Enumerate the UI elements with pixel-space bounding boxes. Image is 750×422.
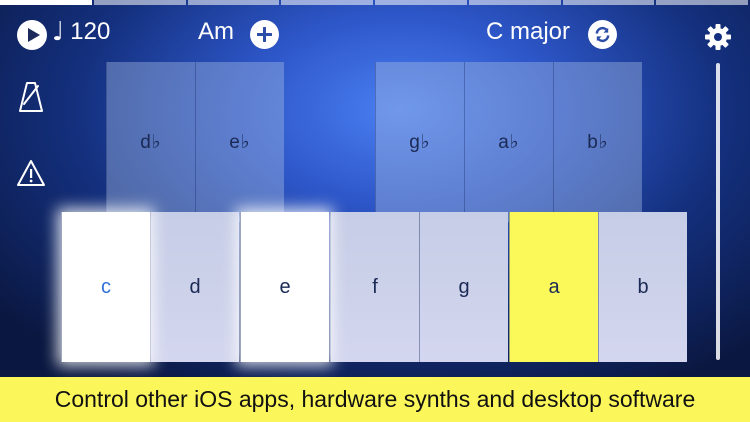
play-button[interactable] [17, 20, 47, 50]
warning-icon [17, 160, 45, 186]
page-indicator-segment [468, 0, 561, 5]
play-icon [27, 28, 40, 42]
page-indicator-strip [0, 0, 750, 5]
chord-label[interactable]: Am [198, 18, 234, 46]
page-indicator-segment [187, 0, 280, 5]
page-indicator-segment [375, 0, 467, 5]
page-indicator-segment [281, 0, 373, 5]
tempo-value: 120 [70, 18, 111, 45]
warning-button[interactable] [16, 158, 46, 192]
key-b[interactable]: b [598, 212, 687, 362]
toolbar: ♩ 120 Am C major [0, 8, 750, 52]
key-d-flat[interactable]: d♭ [106, 62, 195, 222]
scale-label[interactable]: C major [486, 18, 570, 46]
key-g-flat[interactable]: g♭ [375, 62, 464, 222]
quarter-note-icon: ♩ [52, 17, 65, 47]
key-d[interactable]: d [150, 212, 239, 362]
refresh-icon [595, 26, 610, 43]
key-b-flat[interactable]: b♭ [553, 62, 642, 222]
page-indicator-segment [562, 0, 655, 5]
key-g[interactable]: g [419, 212, 508, 362]
metronome-icon [19, 82, 43, 112]
page-indicator-segment [93, 0, 186, 5]
key-e[interactable]: e [240, 212, 329, 362]
gear-icon [705, 24, 731, 50]
key-c[interactable]: c [61, 212, 150, 362]
promo-banner: Control other iOS apps, hardware synths … [0, 377, 750, 422]
tempo-control[interactable]: ♩ 120 [52, 17, 110, 47]
key-e-flat[interactable]: e♭ [195, 62, 284, 222]
page-indicator-segment [656, 0, 748, 5]
key-f[interactable]: f [330, 212, 419, 362]
settings-button[interactable] [703, 22, 733, 52]
change-scale-button[interactable] [588, 20, 617, 49]
key-a-flat[interactable]: a♭ [464, 62, 553, 222]
page-indicator-segment [0, 0, 92, 5]
key-a[interactable]: a [509, 212, 598, 362]
scrollbar[interactable] [716, 63, 720, 360]
plus-icon [257, 27, 272, 42]
add-chord-button[interactable] [250, 20, 279, 49]
metronome-button[interactable] [16, 80, 46, 114]
